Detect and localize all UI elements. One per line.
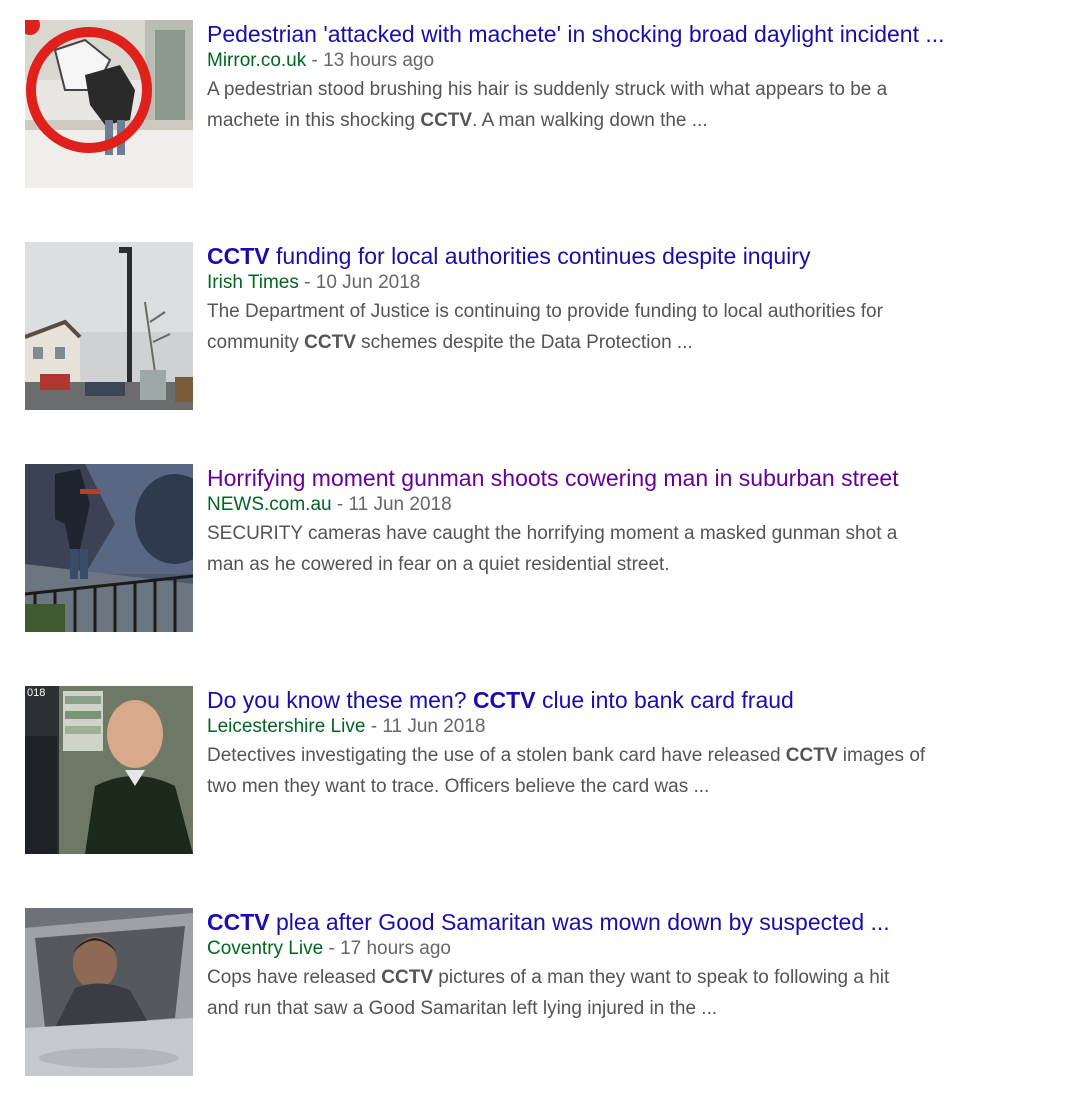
result-title-link[interactable]: Horrifying moment gunman shoots cowering… [207,464,1057,492]
result-body: Pedestrian 'attacked with machete' in sh… [207,20,1057,136]
result-snippet: Cops have released CCTV pictures of a ma… [207,962,1057,1024]
news-result: CCTV funding for local authorities conti… [25,242,1065,412]
meta-separator: - [323,938,341,959]
title-highlight: CCTV [207,909,270,935]
result-meta: Coventry Live - 17 hours ago [207,936,1057,962]
result-thumbnail[interactable]: 018 [25,686,193,854]
snippet-line-2: man as he cowered in fear on a quiet res… [207,554,670,575]
snippet-text: pictures of a man they want to speak to … [433,967,890,988]
snippet-highlight: CCTV [785,745,838,766]
result-title-link[interactable]: CCTV funding for local authorities conti… [207,242,1057,270]
snippet-line-1: A pedestrian stood brushing his hair is … [207,79,888,100]
result-time: 11 Jun 2018 [382,716,486,737]
result-source: Mirror.co.uk [207,50,307,71]
result-time: 10 Jun 2018 [315,272,421,293]
meta-separator: - [306,50,324,71]
title-highlight: CCTV [472,687,536,713]
machete-attack-thumbnail-image [25,20,193,188]
snippet-highlight: CCTV [304,332,356,353]
result-source: Irish Times [207,272,299,293]
result-meta: Mirror.co.uk - 13 hours ago [207,48,1057,74]
news-results-list: Pedestrian 'attacked with machete' in sh… [0,0,1080,1098]
news-result: 018 Do you know these men? CCTV clue int… [25,686,1065,856]
result-time: 13 hours ago [323,50,435,71]
gunman-street-thumbnail-image [25,464,193,632]
snippet-line-1: SECURITY cameras have caught the horrify… [207,523,898,544]
car-driver-thumbnail-image [25,908,193,1076]
snippet-line-2: and run that saw a Good Samaritan left l… [207,998,718,1019]
snippet-text: schemes despite the Data Protection ... [355,332,693,353]
title-highlight: CCTV [207,243,270,269]
snippet-text: . A man walking down the ... [472,110,708,131]
meta-separator: - [298,272,316,293]
result-title-text: Do you know these men? [207,687,473,713]
snippet-line-1: The Department of Justice is continuing … [207,301,883,322]
result-title-text: plea after Good Samaritan was mown down … [269,909,890,935]
snippet-line-1: Cops have released CCTV pictures of a ma… [207,962,1057,993]
result-title-link[interactable]: Pedestrian 'attacked with machete' in sh… [207,20,1057,48]
bank-card-suspects-thumbnail-image: 018 [25,686,193,854]
result-thumbnail[interactable] [25,20,193,188]
snippet-line-2: community CCTV schemes despite the Data … [207,327,1057,358]
news-result: Horrifying moment gunman shoots cowering… [25,464,1065,634]
result-title-text: Horrifying moment gunman shoots cowering… [207,465,899,491]
meta-separator: - [331,494,349,515]
snippet-line-2: two men they want to trace. Officers bel… [207,776,710,797]
thumbnail-badge: 018 [27,687,45,699]
result-title-link[interactable]: CCTV plea after Good Samaritan was mown … [207,908,1057,936]
snippet-text: Cops have released [207,967,382,988]
snippet-highlight: CCTV [420,110,473,131]
news-result: CCTV plea after Good Samaritan was mown … [25,908,1065,1078]
snippet-line-2: machete in this shocking CCTV. A man wal… [207,105,1057,136]
result-body: Do you know these men? CCTV clue into ba… [207,686,1057,802]
street-pole-thumbnail-image [25,242,193,410]
snippet-text: Detectives investigating the use of a st… [207,745,786,766]
result-title-text: clue into bank card fraud [535,687,794,713]
snippet-text: community [207,332,305,353]
result-time: 11 Jun 2018 [348,494,452,515]
result-snippet: SECURITY cameras have caught the horrify… [207,518,1057,580]
news-result: Pedestrian 'attacked with machete' in sh… [25,20,1065,190]
result-thumbnail[interactable] [25,908,193,1076]
result-meta: NEWS.com.au - 11 Jun 2018 [207,492,1057,518]
snippet-text: images of [837,745,926,766]
meta-separator: - [365,716,383,737]
result-title-link[interactable]: Do you know these men? CCTV clue into ba… [207,686,1057,714]
result-thumbnail[interactable] [25,242,193,410]
result-title-text: funding for local authorities continues … [269,243,811,269]
result-time: 17 hours ago [340,938,451,959]
result-snippet: A pedestrian stood brushing his hair is … [207,74,1057,136]
result-title-text: Pedestrian 'attacked with machete' in sh… [207,21,945,47]
result-meta: Leicestershire Live - 11 Jun 2018 [207,714,1057,740]
result-body: Horrifying moment gunman shoots cowering… [207,464,1057,580]
result-meta: Irish Times - 10 Jun 2018 [207,270,1057,296]
result-source: Leicestershire Live [207,716,366,737]
result-body: CCTV plea after Good Samaritan was mown … [207,908,1057,1024]
result-source: NEWS.com.au [207,494,332,515]
result-body: CCTV funding for local authorities conti… [207,242,1057,358]
result-snippet: Detectives investigating the use of a st… [207,740,1057,802]
result-thumbnail[interactable] [25,464,193,632]
result-snippet: The Department of Justice is continuing … [207,296,1057,358]
result-source: Coventry Live [207,938,324,959]
snippet-line-1: Detectives investigating the use of a st… [207,740,1057,771]
snippet-text: machete in this shocking [207,110,421,131]
snippet-highlight: CCTV [381,967,434,988]
